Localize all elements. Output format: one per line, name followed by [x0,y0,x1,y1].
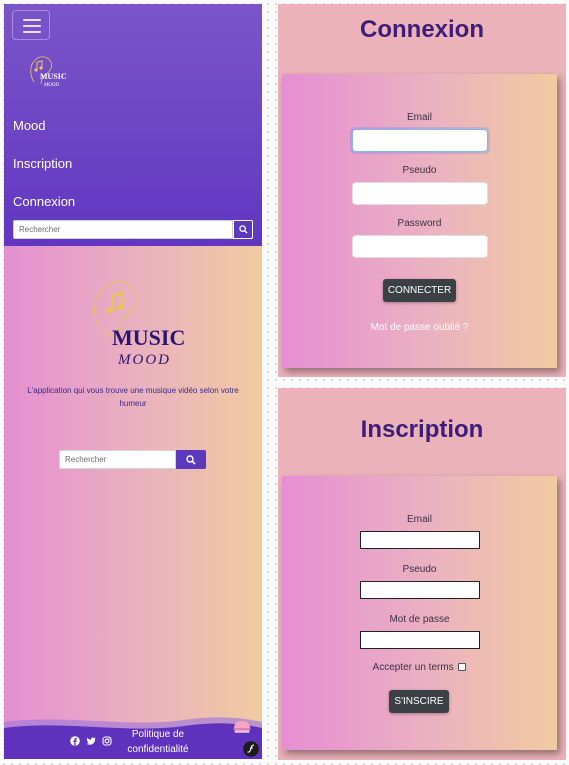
password-label: Mot de passe [389,614,450,625]
pseudo-label: Pseudo [402,564,437,575]
connexion-form: Email Pseudo Password CONNECTER Mot de p… [282,74,557,368]
password-label: Password [397,218,442,229]
cookie-icon[interactable] [232,720,252,734]
privacy-policy-link[interactable]: Politique de confidentialité [116,727,200,757]
inscription-panel: Inscription Email Pseudo Mot de passe Ac… [278,388,566,760]
pseudo-label: Pseudo [402,165,437,176]
nav-search-bar: Rechercher [13,220,253,239]
nav-link-connexion[interactable]: Connexion [13,194,75,209]
hero-logo-mood: MOOD [117,352,171,368]
connect-button[interactable]: CONNECTER [383,279,456,302]
email-input[interactable] [360,531,480,549]
signup-button[interactable]: S'INSCIRE [389,690,449,713]
email-label: Email [406,514,432,525]
nav-link-mood[interactable]: Mood [13,118,46,133]
logo-text-mood: MOOD [43,83,59,88]
hero-search-input[interactable]: Rechercher [59,450,176,469]
forgot-password-link[interactable]: Mot de passe oublié ? [282,322,557,333]
navbar: MUSIC MOOD Mood Inscription Connexion Re… [4,4,262,246]
hero-logo-music: MUSIC [112,325,185,350]
hero-logo: MUSIC MOOD [93,281,185,368]
inscription-form: Email Pseudo Mot de passe Accepter un te… [282,476,557,750]
twitter-icon[interactable] [86,736,96,746]
logo[interactable]: MUSIC MOOD [26,52,72,88]
nav-search-button[interactable] [233,220,253,239]
hero-search-bar: Rechercher [59,450,206,469]
nav-link-inscription[interactable]: Inscription [13,156,72,171]
logo-text-music: MUSIC [40,72,67,81]
facebook-icon[interactable] [70,736,80,746]
tagline: L'application qui vous trouve une musiqu… [27,386,239,408]
inscription-title: Inscription [360,416,484,443]
mobile-home-panel: MUSIC MOOD Mood Inscription Connexion Re… [4,4,262,759]
symfony-icon[interactable] [243,741,259,757]
pseudo-input[interactable] [360,581,480,599]
hamburger-icon[interactable] [12,10,50,40]
search-icon [238,225,248,234]
search-icon [186,454,196,465]
connexion-title: Connexion [360,16,484,43]
terms-checkbox[interactable] [458,663,467,672]
password-input[interactable] [360,631,480,649]
instagram-icon[interactable] [102,736,112,746]
email-input[interactable] [352,129,488,152]
password-input[interactable] [352,235,488,258]
connexion-panel: Connexion Email Pseudo Password CONNECTE… [278,4,566,377]
terms-label: Accepter un terms [372,662,454,673]
pseudo-input[interactable] [352,182,488,205]
terms-row: Accepter un terms [282,662,557,673]
nav-search-input[interactable]: Rechercher [13,220,233,239]
hero-search-button[interactable] [176,450,206,469]
email-label: Email [406,112,432,123]
